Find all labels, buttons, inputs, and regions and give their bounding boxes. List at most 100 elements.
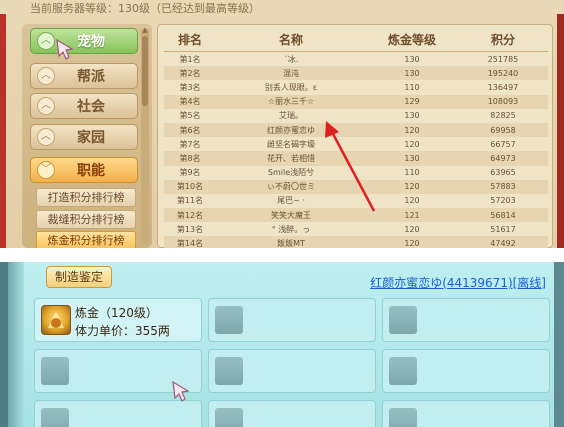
table-row[interactable]: 第1名 ˊ冰. 130 251785 <box>164 52 548 67</box>
cell-name: 红颜亦蜜恋ゆ <box>216 122 366 138</box>
cell-level: 120 <box>404 196 420 206</box>
nav-pet-button[interactable]: ︿ 宠物 <box>30 28 138 54</box>
cell-name: 雌坚名碣字壕 <box>267 139 315 149</box>
cell-score: 47492 <box>458 236 548 248</box>
empty-slot-icon <box>389 306 417 334</box>
ranking-panel: 当前服务器等级：130级（已经达到最高等级） ︿ 宠物 ︿ 帮派 ︿ 社会 ︿ … <box>0 0 564 248</box>
table-row[interactable]: 第12名 笑笑大魔王 121 56814 <box>164 208 548 223</box>
appraisal-panel: 制造鉴定 红颜亦蜜恋ゆ(44139671)[离线] 炼金（120级） 体力单价：… <box>0 262 564 427</box>
seller-link[interactable]: 红颜亦蜜恋ゆ(44139671)[离线] <box>370 274 546 291</box>
table-row[interactable]: 第11名 尾巴~ · 120 57203 <box>164 194 548 208</box>
nav-social-button[interactable]: ︿ 社会 <box>30 93 138 119</box>
nav-label: 家园 <box>77 130 105 146</box>
nav-profession-button[interactable]: ﹀ 职能 <box>30 157 138 183</box>
window-border-left <box>0 262 8 427</box>
scrollbar-thumb[interactable] <box>142 36 148 106</box>
cell-level: 120 <box>366 179 458 194</box>
category-sidebar: ︿ 宠物 ︿ 帮派 ︿ 社会 ︿ 家园 ﹀ 职能 打造积分排行榜 裁缝积分排行榜… <box>22 24 152 248</box>
table-row[interactable]: 第5名 艾瑞。 130 82825 <box>164 109 548 123</box>
nav-label: 社会 <box>77 99 105 115</box>
table-row[interactable]: 第6名 红颜亦蜜恋ゆ 120 69958 <box>164 122 548 138</box>
cell-rank: 第14名 <box>164 236 216 248</box>
cell-score: 63965 <box>490 168 516 178</box>
service-slot-empty[interactable] <box>34 400 202 427</box>
cell-score: 108093 <box>458 94 548 109</box>
ranking-table: 排名 名称 炼金等级 积分 第1名 ˊ冰. 130 251785 第2名 混沌 130 195… <box>164 27 548 248</box>
cell-rank: 第1名 <box>179 54 201 64</box>
cell-level: 120 <box>366 236 458 248</box>
cell-score: 57203 <box>490 196 516 206</box>
nav-label: 职能 <box>77 163 105 179</box>
chevron-up-icon: ︿ <box>37 32 55 50</box>
empty-slot-icon <box>215 408 243 427</box>
sidebar-scrollbar[interactable]: ▲ <box>141 26 149 244</box>
cell-rank: 第10名 <box>164 179 216 194</box>
cell-rank: 第6名 <box>164 122 216 138</box>
cell-score: 51617 <box>490 224 516 234</box>
table-row[interactable]: 第2名 混沌 130 195240 <box>164 66 548 81</box>
server-level-info: 当前服务器等级：130级（已经达到最高等级） <box>30 2 260 15</box>
alchemy-gold-glyph <box>48 311 64 328</box>
cell-name: 尾巴~ · <box>277 196 305 206</box>
window-border-right <box>554 262 564 427</box>
table-row[interactable]: 第10名 ぃ不蔚〇世ミ 120 57883 <box>164 179 548 194</box>
table-row[interactable]: 第9名 Smile浅陌兮 110 63965 <box>164 166 548 180</box>
service-slot-empty[interactable] <box>382 298 550 342</box>
cell-score: 64973 <box>458 151 548 166</box>
empty-slot-icon <box>389 408 417 427</box>
service-slot-empty[interactable] <box>34 349 202 393</box>
scroll-up-icon[interactable]: ▲ <box>141 26 149 34</box>
item-name: 炼金（120级） <box>75 306 158 320</box>
table-row[interactable]: 第4名 ☆丽水三千☆ 129 108093 <box>164 94 548 109</box>
cell-name: ぃ不蔚〇世ミ <box>216 179 366 194</box>
cell-level: 120 <box>366 122 458 138</box>
table-row[interactable]: 第13名 ° 浅醉。っ 120 51617 <box>164 222 548 236</box>
table-row[interactable]: 第7名 雌坚名碣字壕 120 66757 <box>164 137 548 151</box>
cell-level: 130 <box>404 111 420 121</box>
service-slot-empty[interactable] <box>208 400 376 427</box>
cell-name: 花开、若相惜 <box>216 151 366 166</box>
nav-guild-button[interactable]: ︿ 帮派 <box>30 63 138 89</box>
column-header-score: 积分 <box>458 27 548 52</box>
service-slot-empty[interactable] <box>382 400 550 427</box>
cell-name: 笑笑大魔王 <box>216 208 366 223</box>
ranking-table-panel: 排名 名称 炼金等级 积分 第1名 ˊ冰. 130 251785 第2名 混沌 130 195… <box>157 24 553 248</box>
cell-name: ° 浅醉。っ <box>271 224 311 234</box>
service-slot-empty[interactable] <box>382 349 550 393</box>
window-border-left <box>0 14 6 248</box>
craft-appraisal-tab[interactable]: 制造鉴定 <box>46 266 112 288</box>
cell-rank: 第5名 <box>179 111 201 121</box>
chevron-down-icon: ﹀ <box>37 161 55 179</box>
cell-rank: 第9名 <box>179 168 201 178</box>
cell-name: ˊ冰. <box>283 54 299 64</box>
cell-name: 别丢人现眼。ε <box>264 82 318 92</box>
cell-level: 120 <box>404 139 420 149</box>
service-slot-alchemy[interactable]: 炼金（120级） 体力单价：355两 <box>34 298 202 342</box>
cell-score: 251785 <box>487 54 519 64</box>
cell-score: 82825 <box>490 111 516 121</box>
empty-slot-icon <box>215 357 243 385</box>
table-row[interactable]: 第3名 别丢人现眼。ε 110 136497 <box>164 80 548 94</box>
cell-level: 130 <box>366 151 458 166</box>
tailoring-ranking-button[interactable]: 裁缝积分排行榜 <box>36 210 136 229</box>
cell-level: 130 <box>404 54 420 64</box>
chevron-up-icon: ︿ <box>37 128 55 146</box>
chevron-up-icon: ︿ <box>37 67 55 85</box>
service-slot-empty[interactable] <box>208 298 376 342</box>
table-header: 排名 名称 炼金等级 积分 <box>164 27 548 52</box>
table-row[interactable]: 第8名 花开、若相惜 130 64973 <box>164 151 548 166</box>
cell-rank: 第2名 <box>164 66 216 81</box>
service-slot-empty[interactable] <box>208 349 376 393</box>
column-header-level: 炼金等级 <box>366 27 458 52</box>
cell-rank: 第7名 <box>179 139 201 149</box>
column-header-rank: 排名 <box>164 27 216 52</box>
nav-label: 帮派 <box>77 69 105 85</box>
nav-home-button[interactable]: ︿ 家园 <box>30 124 138 150</box>
window-border-shade <box>8 262 24 427</box>
window-border-right <box>557 14 564 248</box>
cell-level: 110 <box>404 168 420 178</box>
alchemy-ranking-button[interactable]: 炼金积分排行榜 <box>36 231 136 248</box>
nav-label: 宠物 <box>77 34 105 50</box>
forging-ranking-button[interactable]: 打造积分排行榜 <box>36 188 136 207</box>
table-row[interactable]: 第14名 飯飯MT 120 47492 <box>164 236 548 248</box>
